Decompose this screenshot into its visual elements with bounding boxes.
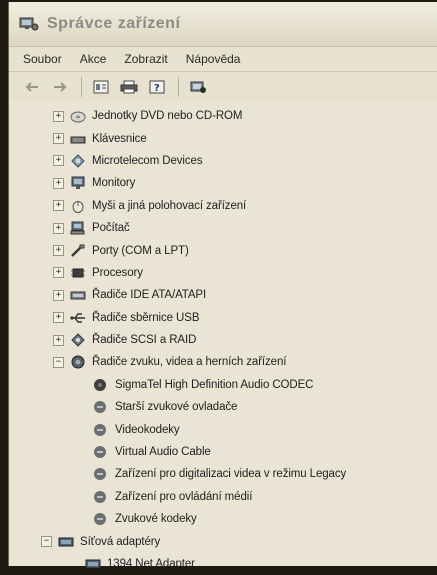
network-adapter-icon <box>85 557 101 571</box>
tree-item-label: Řadiče IDE ATA/ATAPI <box>92 289 207 302</box>
tree-item-label: Klávesnice <box>92 132 147 145</box>
expand-button[interactable]: + <box>53 110 64 122</box>
tree-item-usb[interactable]: + Řadiče sběrnice USB <box>9 307 437 329</box>
tree-item-label: Procesory <box>92 266 143 279</box>
computer-icon <box>70 221 86 235</box>
menu-bar: Soubor Akce Zobrazit Nápověda <box>9 47 437 72</box>
tree-item-label: Počítač <box>92 222 130 235</box>
tree-item-dvd[interactable]: + Jednotky DVD nebo CD-ROM <box>9 105 437 127</box>
device-virtual-audio-cable[interactable]: Virtual Audio Cable <box>9 441 437 463</box>
back-arrow-icon[interactable] <box>21 77 43 97</box>
device-manager-icon <box>19 16 39 32</box>
tree-item-label: Zařízení pro ovládání médií <box>115 490 253 503</box>
device-legacy-audio-drivers[interactable]: Starší zvukové ovladače <box>9 396 437 418</box>
device-1394-net-adapter[interactable]: 1394 Net Adapter <box>9 553 437 575</box>
expand-button[interactable]: + <box>53 155 64 167</box>
expand-button[interactable]: + <box>53 133 64 145</box>
toolbar-separator <box>178 77 179 97</box>
audio-device-icon <box>93 423 107 437</box>
print-icon[interactable] <box>118 77 140 97</box>
svg-text:?: ? <box>154 83 160 94</box>
menu-napoveda[interactable]: Nápověda <box>186 52 241 66</box>
title-bar[interactable]: Správce zařízení <box>9 2 437 47</box>
expand-button[interactable]: + <box>53 267 64 279</box>
tree-item-ide[interactable]: + Řadiče IDE ATA/ATAPI <box>9 284 437 306</box>
processor-icon <box>70 266 86 280</box>
device-audio-codecs[interactable]: Zvukové kodeky <box>9 508 437 530</box>
tree-item-ports[interactable]: + Porty (COM a LPT) <box>9 239 437 261</box>
device-video-codecs[interactable]: Videokodeky <box>9 418 437 440</box>
ide-controller-icon <box>70 288 86 302</box>
expand-button[interactable]: + <box>53 312 64 324</box>
microtelecom-device-icon <box>70 154 86 168</box>
expand-button[interactable]: + <box>53 177 64 189</box>
device-video-capture-legacy[interactable]: Zařízení pro digitalizaci videa v režimu… <box>9 463 437 485</box>
tree-item-label: Starší zvukové ovladače <box>115 401 238 414</box>
tree-item-microtelecom[interactable]: + Microtelecom Devices <box>9 150 437 172</box>
tree-item-network-adapters[interactable]: − Síťová adaptéry <box>9 530 437 552</box>
tree-item-processors[interactable]: + Procesory <box>9 262 437 284</box>
tree-item-label: Řadiče sběrnice USB <box>92 311 200 324</box>
audio-device-icon <box>93 400 107 414</box>
collapse-button[interactable]: − <box>53 356 64 368</box>
expand-button[interactable]: + <box>53 222 64 234</box>
tree-item-label: 1394 Net Adapter <box>107 558 195 570</box>
tree-item-label: Myši a jiná polohovací zařízení <box>92 199 247 212</box>
device-manager-window: Správce zařízení Soubor Akce Zobrazit Ná… <box>8 2 437 570</box>
device-sigmatel-codec[interactable]: SigmaTel High Definition Audio CODEC <box>9 374 437 396</box>
tree-item-keyboard[interactable]: + Klávesnice <box>9 127 437 149</box>
network-adapter-icon <box>58 535 74 549</box>
audio-device-icon <box>93 512 107 526</box>
expand-button[interactable]: + <box>53 334 64 346</box>
menu-soubor[interactable]: Soubor <box>23 52 62 66</box>
tree-item-label: Síťová adaptéry <box>80 535 161 548</box>
tree-item-scsi[interactable]: + Řadiče SCSI a RAID <box>9 329 437 351</box>
audio-device-icon <box>93 445 107 459</box>
audio-device-icon <box>93 467 107 481</box>
menu-akce[interactable]: Akce <box>80 52 107 66</box>
tree-item-label: Microtelecom Devices <box>92 154 203 167</box>
expand-button[interactable]: + <box>53 200 64 212</box>
tree-item-sound-video-game[interactable]: − Řadiče zvuku, videa a herních zařízení <box>9 351 437 373</box>
tree-item-label: Řadiče zvuku, videa a herních zařízení <box>92 356 287 369</box>
port-icon <box>70 244 86 258</box>
tree-item-monitors[interactable]: + Monitory <box>9 172 437 194</box>
toolbar-separator <box>81 77 82 97</box>
audio-device-icon <box>93 378 107 392</box>
tree-item-mice[interactable]: + Myši a jiná polohovací zařízení <box>9 195 437 217</box>
usb-controller-icon <box>70 311 86 325</box>
tree-item-label: SigmaTel High Definition Audio CODEC <box>115 378 314 391</box>
audio-device-icon <box>93 490 107 504</box>
mouse-icon <box>70 199 86 213</box>
sound-controller-icon <box>70 355 86 369</box>
tree-item-label: Porty (COM a LPT) <box>92 244 189 257</box>
tree-item-label: Virtual Audio Cable <box>115 446 211 459</box>
tree-item-label: Monitory <box>92 177 136 190</box>
menu-zobrazit[interactable]: Zobrazit <box>124 52 167 66</box>
tree-item-label: Jednotky DVD nebo CD-ROM <box>92 110 243 123</box>
dvd-drive-icon <box>70 109 86 123</box>
expand-button[interactable]: + <box>53 245 64 257</box>
tree-item-label: Řadiče SCSI a RAID <box>92 334 197 347</box>
window-title: Správce zařízení <box>47 15 181 32</box>
tree-item-label: Videokodeky <box>115 423 180 436</box>
collapse-button[interactable]: − <box>41 536 52 548</box>
keyboard-icon <box>70 132 86 146</box>
tree-item-label: Zařízení pro digitalizaci videa v režimu… <box>115 468 347 481</box>
expand-button[interactable]: + <box>53 289 64 301</box>
scsi-controller-icon <box>70 333 86 347</box>
help-icon[interactable]: ? <box>146 77 168 97</box>
device-tree: + Jednotky DVD nebo CD-ROM + Klávesnice … <box>9 101 437 570</box>
tree-item-computer[interactable]: + Počítač <box>9 217 437 239</box>
refresh-icon[interactable] <box>187 77 209 97</box>
properties-icon[interactable] <box>90 77 112 97</box>
toolbar: ? <box>9 72 437 103</box>
monitor-icon <box>70 176 86 190</box>
device-media-control[interactable]: Zařízení pro ovládání médií <box>9 486 437 508</box>
tree-item-label: Zvukové kodeky <box>115 513 197 526</box>
forward-arrow-icon[interactable] <box>49 77 71 97</box>
